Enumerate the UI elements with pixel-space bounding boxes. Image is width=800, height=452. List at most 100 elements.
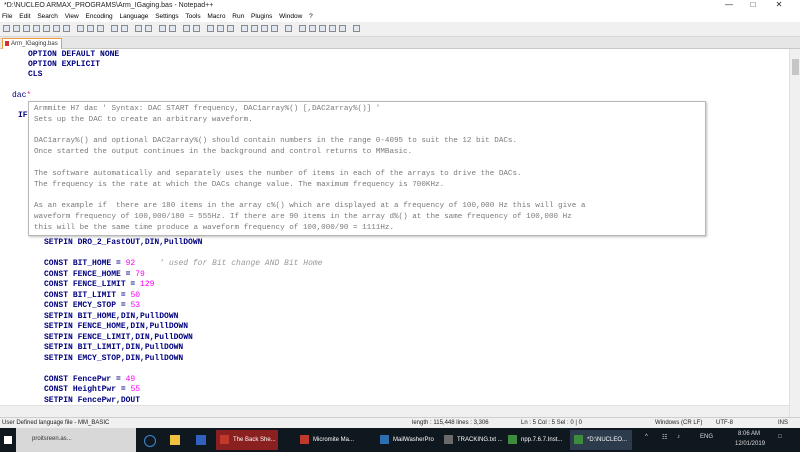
save-macro-icon[interactable] xyxy=(339,25,346,32)
menu-tools[interactable]: Tools xyxy=(185,13,200,20)
calltip-line: waveform frequency of 100,000/180 = 555H… xyxy=(34,213,572,221)
code-line: SETPIN DRO_2_FastOUT,DIN,PullDOWN xyxy=(44,238,202,248)
network-icon[interactable]: ☷ xyxy=(662,434,667,441)
open-file-icon[interactable] xyxy=(13,25,20,32)
find-icon[interactable] xyxy=(135,25,142,32)
record-macro-icon[interactable] xyxy=(299,25,306,32)
close-file-icon[interactable] xyxy=(43,25,50,32)
play-macro-icon[interactable] xyxy=(319,25,326,32)
paste-icon[interactable] xyxy=(97,25,104,32)
zoom-out-icon[interactable] xyxy=(169,25,176,32)
editor[interactable]: OPTION DEFAULT NONE OPTION EXPLICIT CLS … xyxy=(0,49,789,417)
menu-language[interactable]: Language xyxy=(119,13,148,20)
stop-macro-icon[interactable] xyxy=(309,25,316,32)
calltip-line: this will be the same time produce a wav… xyxy=(34,223,395,232)
copy-icon[interactable] xyxy=(87,25,94,32)
taskbar-app-button[interactable]: MailWasherPro xyxy=(376,430,438,450)
menu-help[interactable]: ? xyxy=(309,13,313,20)
indent-guide-icon[interactable] xyxy=(227,25,234,32)
menu-search[interactable]: Search xyxy=(37,13,58,20)
code-token-kw: CONST xyxy=(44,385,69,394)
save-all-icon[interactable] xyxy=(33,25,40,32)
menu-plugins[interactable]: Plugins xyxy=(251,13,272,20)
status-position: Ln : 5 Col : 5 Sel : 0 | 0 xyxy=(521,420,582,426)
word-wrap-icon[interactable] xyxy=(207,25,214,32)
show-all-chars-icon[interactable] xyxy=(217,25,224,32)
taskbar-search-text: proitsreen.as... xyxy=(32,436,72,442)
menu-file[interactable]: File xyxy=(2,13,12,20)
status-language: User Defined language file - MM_BASIC xyxy=(2,420,110,426)
code-token-kw: SETPIN xyxy=(44,343,73,352)
calltip-line: Armmite H7 dac ' Syntax: DAC START frequ… xyxy=(34,105,381,113)
taskbar: proitsreen.as... The Back She... Micromit… xyxy=(0,428,800,452)
cut-icon[interactable] xyxy=(77,25,84,32)
vertical-scrollbar[interactable] xyxy=(789,49,800,417)
menu-encoding[interactable]: Encoding xyxy=(86,13,113,20)
replace-icon[interactable] xyxy=(145,25,152,32)
calltip-line: Once started the output continues in the… xyxy=(34,148,413,157)
code-token-kw: CONST xyxy=(44,290,69,300)
new-file-icon[interactable] xyxy=(3,25,10,32)
taskbar-app-button[interactable]: Micromite Ma... xyxy=(296,430,358,450)
maximize-button[interactable]: □ xyxy=(742,0,764,9)
volume-icon[interactable]: ♪ xyxy=(677,434,680,440)
save-icon[interactable] xyxy=(23,25,30,32)
store-icon[interactable] xyxy=(196,435,206,445)
zoom-in-icon[interactable] xyxy=(159,25,166,32)
code-line: SETPIN EMCY_STOP,DIN,PullDOWN xyxy=(44,354,183,364)
code-token-cmt: ' used for Bit change AND Bit Home xyxy=(135,259,323,268)
code-token-rest: EMCY_STOP,DIN,PullDOWN xyxy=(72,353,184,363)
sync-v-icon[interactable] xyxy=(183,25,190,32)
menu-settings[interactable]: Settings xyxy=(155,13,179,20)
menu-view[interactable]: View xyxy=(65,13,79,20)
monitoring-icon[interactable] xyxy=(285,25,292,32)
taskbar-app-button[interactable]: *D:\NUCLEO... xyxy=(570,430,632,450)
code-line: SETPIN BIT_HOME,DIN,PullDOWN xyxy=(44,312,178,322)
taskbar-app-button[interactable]: TRACKING.txt ... xyxy=(440,430,502,450)
windows-start-icon[interactable] xyxy=(4,436,12,444)
function-list-icon[interactable] xyxy=(261,25,268,32)
menu-macro[interactable]: Macro xyxy=(207,13,225,20)
code-token-rest: FENCE_LIMIT,DIN,PullDOWN xyxy=(72,332,193,342)
print-icon[interactable] xyxy=(63,25,70,32)
undo-icon[interactable] xyxy=(111,25,118,32)
input-language[interactable]: ENG xyxy=(700,434,713,440)
close-button[interactable]: ✕ xyxy=(768,0,790,9)
menu-window[interactable]: Window xyxy=(279,13,302,20)
menu-run[interactable]: Run xyxy=(232,13,244,20)
doc-map-icon[interactable] xyxy=(251,25,258,32)
sync-h-icon[interactable] xyxy=(193,25,200,32)
tab-arm-igaging[interactable]: Arm_IGaging.bas xyxy=(2,38,62,49)
taskbar-app-button[interactable]: npp.7.6.7.Inst... xyxy=(504,430,566,450)
clock-date[interactable]: 12/01/2019 xyxy=(735,441,765,447)
typed-text: dac* xyxy=(12,91,32,100)
code-token-kw: SETPIN xyxy=(44,238,73,247)
tray-chevron-icon[interactable]: ^ xyxy=(645,434,648,440)
notification-icon[interactable]: □ xyxy=(778,434,782,440)
app-label: Micromite Ma... xyxy=(313,437,355,443)
app-icon xyxy=(220,434,229,444)
close-all-icon[interactable] xyxy=(53,25,60,32)
scroll-thumb[interactable] xyxy=(792,59,799,75)
play-multiple-icon[interactable] xyxy=(329,25,336,32)
caret: * xyxy=(26,91,32,100)
taskbar-app-button[interactable]: The Back She... xyxy=(216,430,278,450)
taskbar-search[interactable]: proitsreen.as... xyxy=(16,428,136,452)
app-label: TRACKING.txt ... xyxy=(457,437,502,443)
udl-icon[interactable] xyxy=(241,25,248,32)
app-icon xyxy=(574,434,583,444)
window-title: *D:\NUCLEO ARMAX_PROGRAMS\Arm_IGaging.ba… xyxy=(4,2,214,9)
file-explorer-icon[interactable] xyxy=(170,435,180,445)
redo-icon[interactable] xyxy=(121,25,128,32)
spell-check-icon[interactable] xyxy=(353,25,360,32)
clock-time[interactable]: 8:06 AM xyxy=(738,431,760,437)
code-token-num: 53 xyxy=(130,301,141,310)
menu-edit[interactable]: Edit xyxy=(19,13,30,20)
minimize-button[interactable]: — xyxy=(718,0,740,9)
calltip-line: As an example if there are 180 items in … xyxy=(34,202,586,211)
code-token-num: 92 xyxy=(125,259,136,268)
folder-workspace-icon[interactable] xyxy=(271,25,278,32)
calltip-line: Sets up the DAC to create an arbitrary w… xyxy=(34,115,253,124)
edge-browser-icon[interactable] xyxy=(144,435,156,447)
code-line: OPTION EXPLICIT xyxy=(28,60,101,69)
